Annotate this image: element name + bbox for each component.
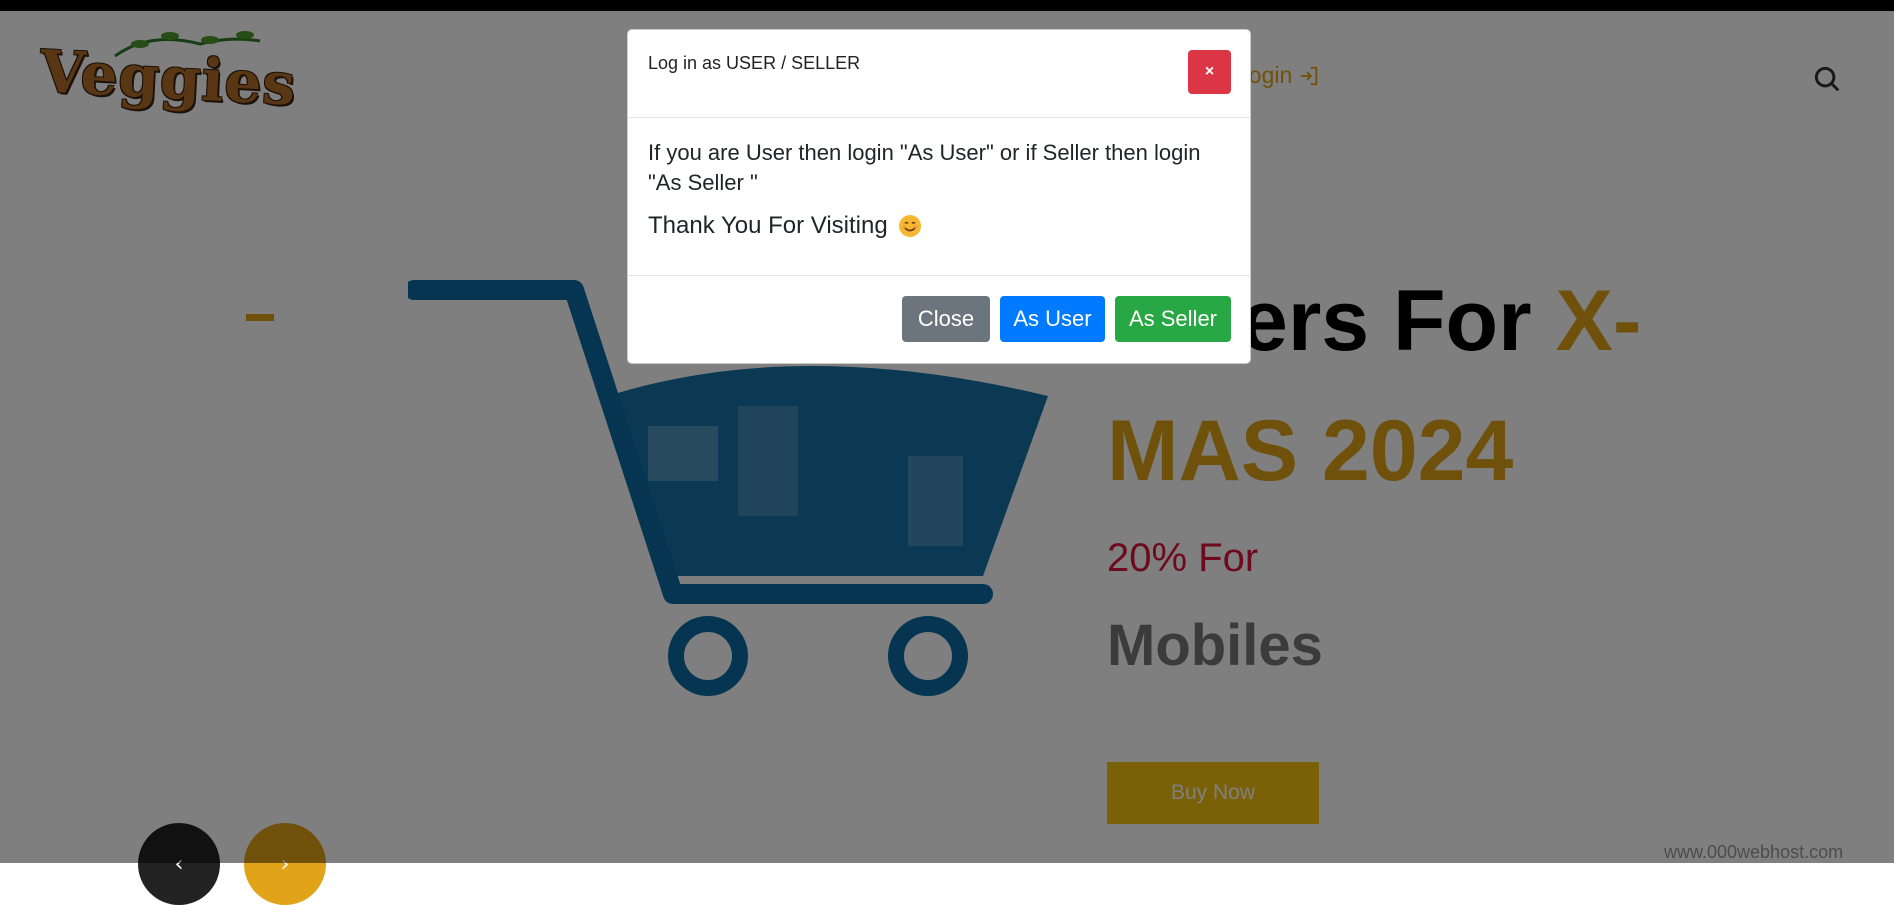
modal-footer: Close As User As Seller	[628, 276, 1250, 363]
as-user-button[interactable]: As User	[1000, 296, 1105, 342]
modal-message: If you are User then login "As User" or …	[648, 140, 1201, 195]
login-modal: Log in as USER / SELLER × If you are Use…	[627, 29, 1251, 364]
as-seller-button[interactable]: As Seller	[1115, 296, 1231, 342]
smile-emoji-icon	[898, 215, 921, 237]
modal-thanks-text: Thank You For Visiting	[648, 212, 888, 239]
modal-header: Log in as USER / SELLER ×	[628, 30, 1250, 118]
close-button[interactable]: Close	[902, 296, 990, 342]
modal-title: Log in as USER / SELLER	[648, 53, 861, 73]
modal-body: If you are User then login "As User" or …	[628, 118, 1250, 276]
modal-thanks: Thank You For Visiting	[648, 212, 922, 240]
modal-close-x-button[interactable]: ×	[1188, 50, 1231, 94]
